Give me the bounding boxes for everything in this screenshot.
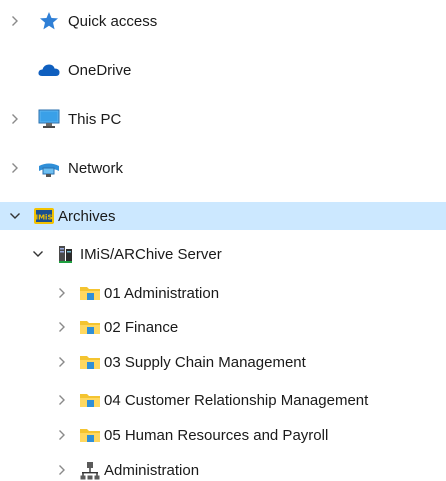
chevron-down-icon[interactable] — [9, 210, 21, 222]
tree-item-label: IMiS/ARChive Server — [80, 245, 222, 263]
chevron-right-icon[interactable] — [9, 162, 21, 174]
tree-item-label: Archives — [58, 207, 116, 225]
tree-item-folder[interactable]: 02 Finance — [0, 313, 446, 341]
tree-item-label: 04 Customer Relationship Management — [104, 391, 369, 409]
tree-item-folder[interactable]: 03 Supply Chain Management — [0, 348, 446, 376]
tree-item-label: Quick access — [68, 12, 158, 30]
tree-item-label: 03 Supply Chain Management — [104, 353, 306, 371]
monitor-icon — [38, 108, 60, 130]
tree-item-label: Administration — [104, 461, 200, 479]
tree-item-folder[interactable]: 04 Customer Relationship Management — [0, 386, 446, 414]
tree-item-onedrive[interactable]: OneDrive — [0, 56, 446, 84]
tree-item-this-pc[interactable]: This PC — [0, 105, 446, 133]
tree-item-label: OneDrive — [68, 61, 132, 79]
tree-item-folder[interactable]: 01 Administration — [0, 279, 446, 307]
cloud-icon — [38, 59, 60, 81]
folder-icon — [79, 282, 101, 304]
star-icon — [38, 10, 60, 32]
tree-item-folder[interactable]: 05 Human Resources and Payroll — [0, 421, 446, 449]
imis-archive-icon: IMiS — [33, 205, 55, 227]
network-icon — [38, 157, 60, 179]
svg-text:IMiS: IMiS — [35, 214, 52, 222]
folder-icon — [79, 316, 101, 338]
chevron-right-icon[interactable] — [56, 464, 68, 476]
chevron-right-icon[interactable] — [56, 356, 68, 368]
folder-icon — [79, 424, 101, 446]
tree-item-label: 01 Administration — [104, 284, 220, 302]
chevron-right-icon[interactable] — [56, 394, 68, 406]
admin-network-icon — [79, 459, 101, 481]
tree-item-network[interactable]: Network — [0, 154, 446, 182]
tree-item-label: 05 Human Resources and Payroll — [104, 426, 329, 444]
tree-item-label: Network — [68, 159, 124, 177]
tree-item-imis-archive-server[interactable]: IMiS/ARChive Server — [0, 240, 446, 268]
chevron-right-icon[interactable] — [56, 321, 68, 333]
chevron-down-icon[interactable] — [32, 248, 44, 260]
chevron-right-icon[interactable] — [56, 287, 68, 299]
chevron-right-icon[interactable] — [56, 429, 68, 441]
chevron-right-icon[interactable] — [9, 15, 21, 27]
folder-icon — [79, 389, 101, 411]
tree-item-archives[interactable]: IMiS Archives — [0, 202, 446, 230]
folder-icon — [79, 351, 101, 373]
chevron-right-icon[interactable] — [9, 113, 21, 125]
tree-item-quick-access[interactable]: Quick access — [0, 7, 446, 35]
tree-item-label: 02 Finance — [104, 318, 179, 336]
navigation-tree: Quick access OneDrive This PC Network IM… — [0, 0, 446, 481]
server-icon — [55, 243, 77, 265]
tree-item-administration[interactable]: Administration — [0, 459, 446, 481]
tree-item-label: This PC — [68, 110, 122, 128]
